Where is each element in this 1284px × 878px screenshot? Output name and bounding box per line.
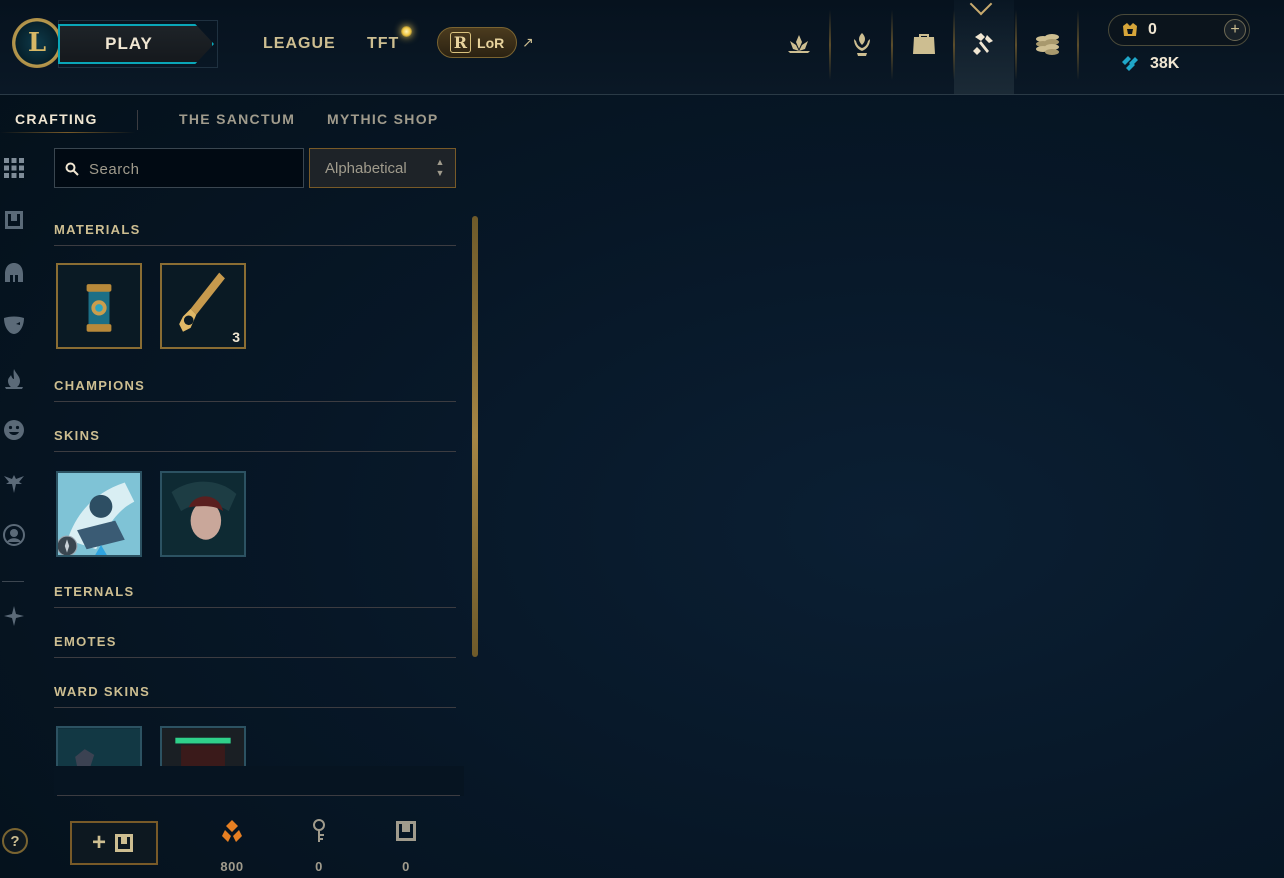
emote-smiley-icon[interactable] (1, 417, 27, 443)
chest-counter: 0 (386, 818, 426, 874)
store-coins-icon[interactable] (1027, 24, 1067, 64)
divider (829, 10, 831, 80)
chest-item-tile[interactable] (56, 263, 142, 349)
chest-value: 0 (402, 859, 410, 874)
divider (54, 657, 456, 658)
summoner-icon-filter-icon[interactable] (1, 522, 27, 548)
champions-icon[interactable] (842, 24, 882, 64)
chest-icon (115, 834, 133, 852)
nav-league[interactable]: LEAGUE (263, 35, 336, 53)
divider (137, 110, 138, 130)
inventory-bag-icon[interactable] (904, 24, 944, 64)
divider (953, 10, 955, 80)
rp-value: 0 (1148, 21, 1157, 38)
loot-hextech-icon[interactable] (964, 24, 1004, 64)
orange-essence-icon (222, 820, 242, 842)
owned-triangle-icon (95, 545, 107, 555)
list-fade (54, 766, 464, 796)
chest-icon (86, 284, 112, 332)
external-link-icon: ↗ (522, 34, 534, 50)
chest-icon (396, 821, 416, 841)
key-fragment-icon (313, 819, 325, 842)
divider (54, 401, 456, 402)
play-button[interactable]: PLAY (58, 24, 214, 64)
lor-button[interactable]: R LoR (437, 27, 517, 58)
search-input[interactable] (87, 157, 291, 181)
key-fragment-value: 0 (315, 859, 323, 874)
chevron-up-down-icon: ▲ ▼ (435, 157, 445, 178)
divider (1015, 10, 1017, 80)
divider (54, 607, 456, 608)
orange-essence-counter: 800 (212, 818, 252, 874)
champion-helmet-icon[interactable] (1, 260, 27, 286)
riot-points-icon (1120, 20, 1140, 40)
section-title-materials[interactable]: MATERIALS (54, 222, 141, 237)
section-title-eternals[interactable]: ETERNALS (54, 584, 134, 599)
crest-icon[interactable] (779, 24, 819, 64)
tab-the-sanctum[interactable]: THE SANCTUM (179, 111, 295, 127)
add-chest-button[interactable]: + (70, 821, 158, 865)
blue-essence-icon (1120, 54, 1140, 74)
divider (54, 245, 456, 246)
divider (1077, 10, 1079, 80)
divider (891, 10, 893, 80)
blue-essence-value: 38K (1150, 55, 1180, 72)
chest-filter-icon[interactable] (1, 207, 27, 233)
section-title-champions[interactable]: CHAMPIONS (54, 378, 145, 393)
section-title-ward-skins[interactable]: WARD SKINS (54, 684, 150, 699)
skin-mask-icon[interactable] (1, 312, 27, 338)
help-button[interactable]: ? (2, 828, 28, 854)
lor-label: LoR (477, 34, 505, 51)
eternals-flame-icon[interactable] (1, 366, 27, 392)
notification-dot-icon (401, 26, 412, 37)
rarity-emblem-icon (58, 535, 78, 555)
sort-label: Alphabetical (325, 160, 407, 177)
lor-logo-icon: R (449, 32, 472, 53)
ward-skin-icon[interactable] (1, 470, 27, 496)
other-items-icon[interactable] (1, 603, 27, 629)
plus-icon: + (91, 829, 106, 856)
divider (2, 581, 24, 582)
skin-portrait-icon (162, 473, 244, 555)
item-count: 3 (232, 329, 240, 345)
buy-rp-button[interactable]: + (1224, 19, 1246, 41)
scrollbar[interactable] (472, 216, 478, 657)
search-field[interactable] (54, 148, 304, 188)
tab-crafting[interactable]: CRAFTING (15, 111, 98, 127)
divider (54, 707, 456, 708)
search-icon (65, 162, 79, 176)
orange-essence-value: 800 (220, 859, 244, 874)
league-logo-icon[interactable]: L (12, 18, 62, 68)
section-title-emotes[interactable]: EMOTES (54, 634, 117, 649)
skin-item-tile[interactable] (56, 471, 142, 557)
key-fragment-counter: 0 (299, 818, 339, 874)
section-title-skins[interactable]: SKINS (54, 428, 100, 443)
divider (54, 451, 456, 452)
active-tab-underline (0, 132, 135, 133)
nav-tft[interactable]: TFT (367, 35, 399, 53)
key-item-tile[interactable]: 3 (160, 263, 246, 349)
all-categories-grid-icon[interactable] (1, 155, 27, 181)
sort-dropdown[interactable]: Alphabetical ▲ ▼ (309, 148, 456, 188)
divider (57, 795, 460, 796)
skin-item-tile[interactable] (160, 471, 246, 557)
tab-mythic-shop[interactable]: MYTHIC SHOP (327, 111, 439, 127)
